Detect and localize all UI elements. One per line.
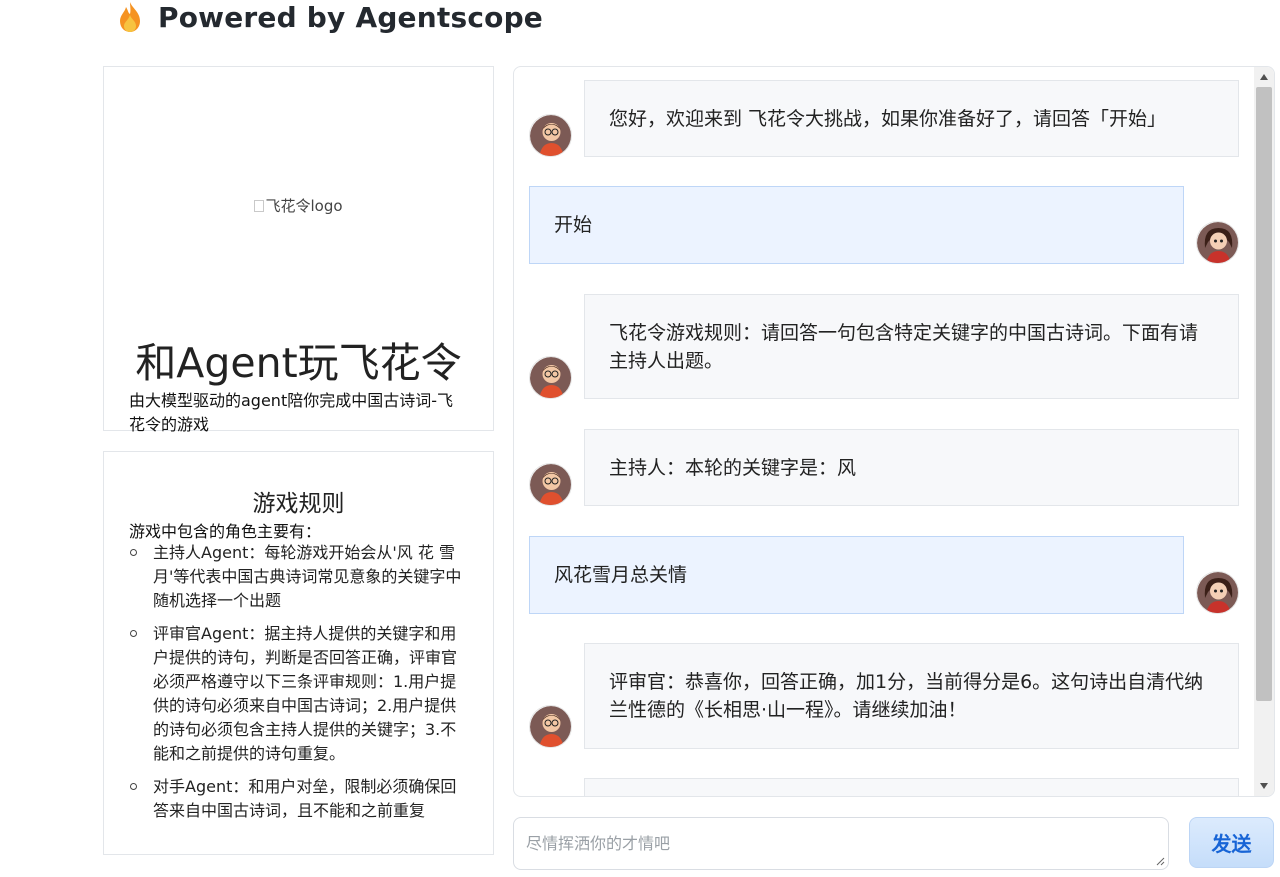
rules-list: 主持人Agent：每轮游戏开始会从'风 花 雪 月'等代表中国古典诗词常见意象的… <box>129 541 469 832</box>
user-message: 开始 <box>529 186 1184 264</box>
intro-card: 飞花令logo 和Agent玩飞花令 由大模型驱动的agent陪你完成中国古诗词… <box>103 66 494 434</box>
chat-scrollbar[interactable] <box>1254 67 1274 796</box>
broken-image-icon <box>254 200 265 212</box>
bot-message: 评审官：恭喜你，回答正确，加1分，当前得分是6。这句诗出自清代纳兰性德的《长相思… <box>584 643 1239 749</box>
message-input[interactable] <box>514 818 1168 869</box>
scroll-down-icon[interactable] <box>1260 783 1268 789</box>
scroll-up-icon[interactable] <box>1260 74 1268 80</box>
logo-image: 飞花令logo <box>104 195 493 216</box>
bot-message <box>584 778 1239 796</box>
rule-item-opponent: 对手Agent：和用户对垒，限制必须确保回答来自中国古诗词，且不能和之前重复 <box>129 775 469 823</box>
user-avatar <box>1196 571 1239 614</box>
user-avatar <box>1196 221 1239 264</box>
bot-avatar <box>529 356 572 399</box>
message-input-box[interactable] <box>513 817 1169 870</box>
bot-avatar <box>529 114 572 157</box>
app-header: Powered by Agentscope <box>116 0 543 34</box>
intro-subtitle: 由大模型驱动的agent陪你完成中国古诗词-飞花令的游戏 <box>129 391 453 434</box>
flame-icon <box>116 1 144 33</box>
user-message: 风花雪月总关情 <box>529 536 1184 614</box>
bot-message: 主持人：本轮的关键字是：风 <box>584 429 1239 506</box>
logo-alt-text: 飞花令logo <box>265 197 343 215</box>
rules-intro: 游戏中包含的角色主要有： <box>129 522 322 541</box>
bot-avatar <box>529 463 572 506</box>
resize-grip-icon[interactable] <box>1156 857 1165 866</box>
bot-avatar <box>529 705 572 748</box>
intro-title: 和Agent玩飞花令 <box>135 339 462 387</box>
rule-item-judge: 评审官Agent：据主持人提供的关键字和用户提供的诗句，判断是否回答正确，评审官… <box>129 622 469 766</box>
rule-item-host: 主持人Agent：每轮游戏开始会从'风 花 雪 月'等代表中国古典诗词常见意象的… <box>129 541 469 613</box>
send-button[interactable]: 发送 <box>1189 817 1274 868</box>
rules-title: 游戏规则 <box>252 491 345 517</box>
bot-message: 飞花令游戏规则：请回答一句包含特定关键字的中国古诗词。下面有请主持人出题。 <box>584 294 1239 399</box>
chat-panel[interactable]: 您好，欢迎来到 飞花令大挑战，如果你准备好了，请回答「开始」 开始 飞花令游戏规… <box>513 66 1275 797</box>
rules-card: 游戏规则 游戏中包含的角色主要有： 主持人Agent：每轮游戏开始会从'风 花 … <box>103 451 494 855</box>
header-title: Powered by Agentscope <box>158 0 544 34</box>
scroll-thumb[interactable] <box>1256 87 1272 701</box>
bot-message: 您好，欢迎来到 飞花令大挑战，如果你准备好了，请回答「开始」 <box>584 80 1239 157</box>
